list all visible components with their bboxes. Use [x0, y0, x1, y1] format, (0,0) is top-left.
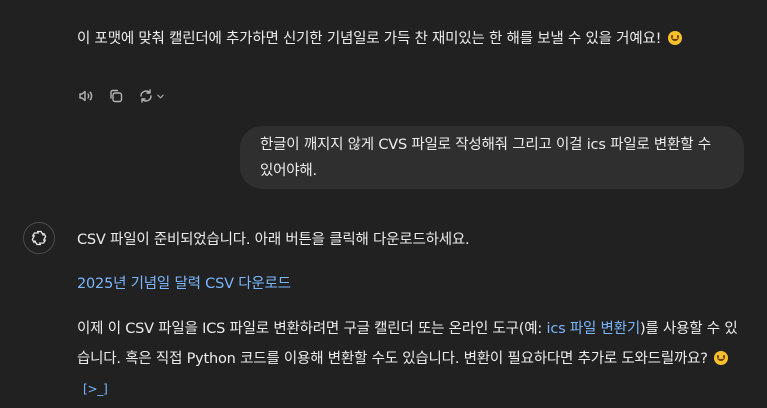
copy-button[interactable] [107, 87, 125, 105]
copy-icon [110, 89, 123, 103]
paragraph-text: 이제 이 CSV 파일을 ICS 파일로 변환하려면 구글 캘린더 또는 온라인… [77, 321, 547, 337]
code-citation-icon[interactable]: [>_] [83, 374, 108, 404]
smile-emoji-icon [714, 351, 729, 365]
csv-download-link[interactable]: 2025년 기념일 달력 CSV 다운로드 [77, 269, 291, 299]
user-message-bubble: 한글이 깨지지 않게 CVS 파일로 작성해줘 그리고 이걸 ics 파일로 변… [240, 126, 744, 189]
message-actions [77, 87, 167, 105]
read-aloud-button[interactable] [77, 87, 95, 105]
assistant-paragraph: CSV 파일이 준비되었습니다. 아래 버튼을 클릭해 다운로드하세요. [77, 232, 470, 248]
ics-converter-link[interactable]: ics 파일 변환기 [546, 321, 640, 337]
smile-emoji-icon [667, 31, 682, 45]
assistant-message-text: 이 포맷에 맞춰 캘린더에 추가하면 신기한 기념일로 가득 찬 재미있는 한 … [77, 31, 662, 47]
speaker-icon [79, 90, 93, 102]
user-message-text: 한글이 깨지지 않게 CVS 파일로 작성해줘 그리고 이걸 ics 파일로 변… [260, 137, 711, 179]
regenerate-icon [140, 89, 152, 103]
assistant-paragraph-2: 이제 이 CSV 파일을 ICS 파일로 변환하려면 구글 캘린더 또는 온라인… [77, 314, 745, 405]
assistant-avatar [23, 222, 55, 254]
openai-logo-icon [31, 230, 47, 246]
chevron-down-icon [157, 94, 164, 98]
previous-assistant-message: 이 포맷에 맞춰 캘린더에 추가하면 신기한 기념일로 가득 찬 재미있는 한 … [77, 24, 742, 54]
regenerate-button[interactable] [137, 87, 167, 105]
